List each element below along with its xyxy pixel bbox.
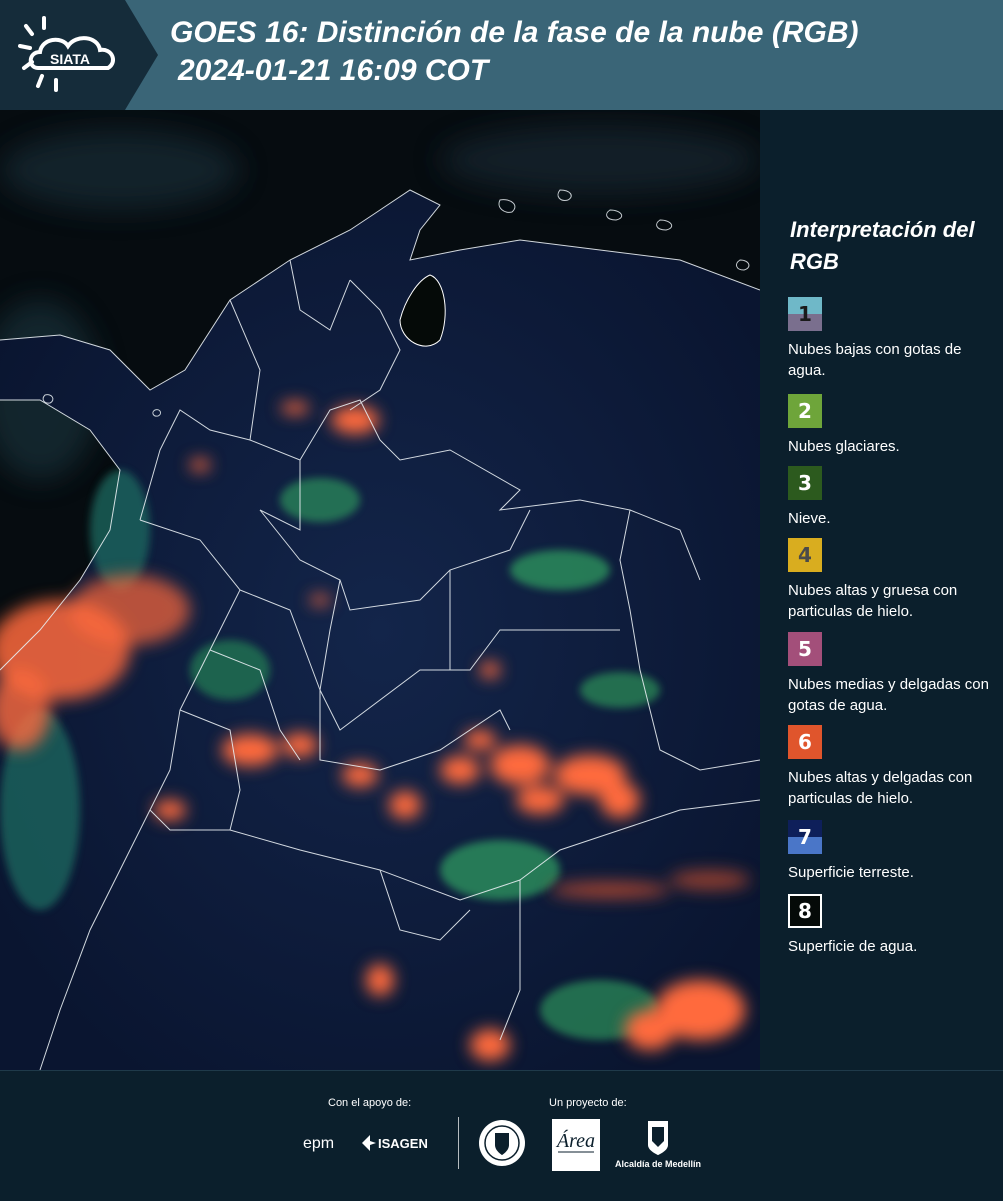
satellite-image [0,110,760,1070]
alcaldia-logo-text: Alcaldía de Medellín [614,1159,702,1169]
legend-item-2: 2 Nubes glaciares. [788,394,998,457]
page-title: GOES 16: Distinción de la fase de la nub… [170,14,990,90]
legend-label: Superficie terreste. [788,864,914,881]
svg-text:epm: epm [303,1135,334,1152]
legend-title: Interpretación del RGB [790,217,975,274]
legend-item-6: 6 Nubes altas y delgadas con particulas … [788,725,998,809]
legend-item-4: 4 Nubes altas y gruesa con particulas de… [788,538,998,622]
legend-swatch: 5 [788,632,822,666]
siata-logo-text: SIATA [50,51,90,67]
area-metropolitana-logo: Área [552,1119,600,1171]
legend-item-3: 3 Nieve. [788,466,998,529]
legend-label: Nieve. [788,510,831,527]
legend-item-5: 5 Nubes medias y delgadas con gotas de a… [788,632,998,716]
legend-swatch: 1 [788,297,822,331]
footer-divider [458,1117,459,1169]
svg-text:Área: Área [555,1129,595,1152]
legend-label: Nubes medias y delgadas con gotas de agu… [788,676,989,714]
legend-swatch: 8 [788,894,822,928]
legend-swatch: 4 [788,538,822,572]
project-label: Un proyecto de: [549,1097,627,1109]
legend-item-8: 8 Superficie de agua. [788,894,998,957]
epm-logo: epm [303,1135,334,1152]
legend-item-1: 1 Nubes bajas con gotas de agua. [788,297,998,381]
legend-swatch: 7 [788,820,822,854]
legend-swatch: 2 [788,394,822,428]
legend-label: Nubes bajas con gotas de agua. [788,341,962,379]
title-line-2: 2024-01-21 16:09 COT [178,54,489,87]
medellin-seal-logo [479,1120,525,1166]
legend-label: Superficie de agua. [788,938,918,955]
title-line-1: GOES 16: Distinción de la fase de la nub… [170,16,859,49]
isagen-logo: ISAGEN [362,1135,428,1151]
legend-label: Nubes altas y delgadas con particulas de… [788,769,973,807]
svg-text:ISAGEN: ISAGEN [378,1136,428,1151]
header-bar: SIATA GOES 16: Distinción de la fase de … [0,0,1003,110]
footer: Con el apoyo de: Un proyecto de: epm ISA… [0,1070,1003,1201]
legend-item-7: 7 Superficie terreste. [788,820,998,883]
legend-panel: Interpretación del RGB 1 Nubes bajas con… [760,110,1003,1070]
legend-swatch: 3 [788,466,822,500]
siata-logo: SIATA [18,16,116,92]
legend-swatch: 6 [788,725,822,759]
legend-label: Nubes altas y gruesa con particulas de h… [788,582,958,620]
legend-label: Nubes glaciares. [788,438,900,455]
satellite-map[interactable] [0,110,760,1070]
support-label: Con el apoyo de: [328,1097,412,1109]
